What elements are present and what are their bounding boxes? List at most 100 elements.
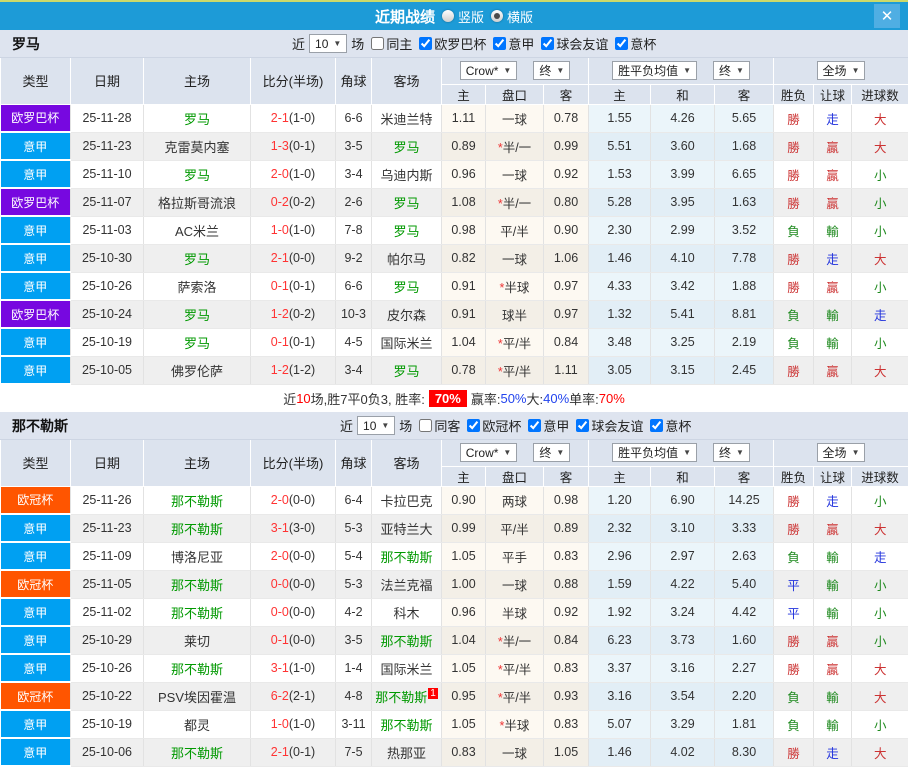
fulltime-score: 0-0 xyxy=(271,577,289,591)
handicap-home-odds: 0.99 xyxy=(442,514,486,542)
league-checkbox[interactable] xyxy=(467,419,480,432)
away-team: 那不勒斯 xyxy=(372,626,442,654)
avg-odds-select[interactable]: 胜平负均值▼ xyxy=(612,443,697,462)
radio-vertical-layout[interactable]: 竖版 xyxy=(442,7,484,26)
chevron-down-icon: ▼ xyxy=(736,448,744,457)
halftime-score: (1-0) xyxy=(289,167,315,181)
final-odds-value-2: 终 xyxy=(719,62,731,79)
score: 0-0(0-0) xyxy=(251,598,336,626)
handicap-line: 一球 xyxy=(486,160,544,188)
near-label: 近 xyxy=(292,34,305,53)
goals-outcome: 小 xyxy=(852,570,908,598)
score: 1-3(0-1) xyxy=(251,132,336,160)
match-date: 25-10-19 xyxy=(71,328,144,356)
fulltime-select[interactable]: 全场▼ xyxy=(817,61,866,80)
summary-part: 场,胜7平0负3, 胜率: xyxy=(311,389,425,408)
odds-provider-select[interactable]: Crow*▼ xyxy=(460,61,518,80)
avg-away-odds: 5.65 xyxy=(715,104,774,132)
same-venue-checkbox[interactable] xyxy=(419,419,432,432)
home-team: 格拉斯哥流浪 xyxy=(144,188,251,216)
col-header-away: 客场 xyxy=(372,440,442,486)
match-date: 25-10-19 xyxy=(71,710,144,738)
match-date: 25-10-24 xyxy=(71,300,144,328)
match-count-select[interactable]: 10▼ xyxy=(357,416,395,435)
halftime-score: (1-0) xyxy=(289,223,315,237)
goals-outcome: 走 xyxy=(852,542,908,570)
score: 0-1(0-1) xyxy=(251,328,336,356)
avg-away-odds: 7.78 xyxy=(715,244,774,272)
league-filter[interactable]: 球会友谊 xyxy=(576,416,643,435)
avg-odds-header-cell: 胜平负均值▼ 终▼ xyxy=(589,58,774,84)
summary-part: 10 xyxy=(296,391,310,406)
league-filter[interactable]: 欧冠杯 xyxy=(467,416,521,435)
handicap-header-cell: Crow*▼ 终▼ xyxy=(442,440,589,466)
fulltime-score: 2-0 xyxy=(271,549,289,563)
match-count-select[interactable]: 10▼ xyxy=(309,34,347,53)
col-header-date: 日期 xyxy=(71,440,144,486)
league-checkbox[interactable] xyxy=(541,37,554,50)
league-filter[interactable]: 意甲 xyxy=(528,416,569,435)
league-checkbox[interactable] xyxy=(419,37,432,50)
team-section-napoli: 那不勒斯 近 10▼ 场 同客 欧冠杯意甲球会友谊意杯 类型 日期 主场 比分 xyxy=(0,412,908,767)
home-team: 博洛尼亚 xyxy=(144,542,251,570)
final-odds-select-2[interactable]: 终▼ xyxy=(713,443,750,462)
league-filter[interactable]: 欧罗巴杯 xyxy=(419,34,486,53)
handicap-line: *半球 xyxy=(486,272,544,300)
handicap-away-odds: 0.97 xyxy=(544,272,589,300)
league-checkbox[interactable] xyxy=(650,419,663,432)
avg-home-odds: 1.53 xyxy=(589,160,651,188)
goals-outcome: 小 xyxy=(852,188,908,216)
fulltime-score: 2-1 xyxy=(271,111,289,125)
league-filters: 欧罗巴杯意甲球会友谊意杯 xyxy=(412,34,656,53)
odds-provider-select[interactable]: Crow*▼ xyxy=(460,443,518,462)
league-checkbox[interactable] xyxy=(493,37,506,50)
match-date: 25-10-05 xyxy=(71,356,144,384)
corners: 9-2 xyxy=(336,244,372,272)
final-odds-select[interactable]: 终▼ xyxy=(533,443,570,462)
games-label: 场 xyxy=(351,34,364,53)
summary-row: 近10场,胜7平0负3, 胜率:70%赢率:50% 大:40% 单率:70% xyxy=(0,385,908,412)
league-filter[interactable]: 意甲 xyxy=(493,34,534,53)
final-odds-select[interactable]: 终▼ xyxy=(533,61,570,80)
league-checkbox[interactable] xyxy=(615,37,628,50)
radio-icon[interactable] xyxy=(491,10,503,22)
sub-header-result: 胜负 xyxy=(774,84,814,104)
handicap-line: 一球 xyxy=(486,570,544,598)
away-team-name: 法兰克福 xyxy=(380,578,432,593)
same-venue-filter[interactable]: 同主 xyxy=(371,34,412,53)
halftime-score: (0-0) xyxy=(289,605,315,619)
matches-tbody: 欧罗巴杯 25-11-28 罗马 2-1(1-0) 6-6 米迪兰特 1.11 … xyxy=(1,104,908,384)
home-team: 罗马 xyxy=(144,328,251,356)
fulltime-select[interactable]: 全场▼ xyxy=(817,443,866,462)
radio-vertical-label: 竖版 xyxy=(458,7,484,26)
handicap-outcome: 贏 xyxy=(814,160,852,188)
goals-outcome: 大 xyxy=(852,738,908,766)
fulltime-score: 3-1 xyxy=(271,661,289,675)
same-venue-filter[interactable]: 同客 xyxy=(419,416,460,435)
final-odds-select-2[interactable]: 终▼ xyxy=(713,61,750,80)
close-button[interactable]: ✕ xyxy=(874,4,900,28)
avg-odds-select[interactable]: 胜平负均值▼ xyxy=(612,61,697,80)
sub-header-home-odds: 主 xyxy=(442,466,486,486)
near-label: 近 xyxy=(340,416,353,435)
same-venue-checkbox[interactable] xyxy=(371,37,384,50)
match-date: 25-11-07 xyxy=(71,188,144,216)
away-team: 皮尔森 xyxy=(372,300,442,328)
corners: 10-3 xyxy=(336,300,372,328)
radio-horizontal-layout[interactable]: 横版 xyxy=(491,7,533,26)
corners: 7-5 xyxy=(336,738,372,766)
halftime-score: (1-2) xyxy=(289,363,315,377)
league-checkbox[interactable] xyxy=(528,419,541,432)
competition-badge: 意甲 xyxy=(1,216,71,244)
league-filter[interactable]: 意杯 xyxy=(615,34,656,53)
league-filter[interactable]: 意杯 xyxy=(650,416,691,435)
league-checkbox[interactable] xyxy=(576,419,589,432)
goals-outcome: 小 xyxy=(852,710,908,738)
league-filter[interactable]: 球会友谊 xyxy=(541,34,608,53)
radio-icon[interactable] xyxy=(442,10,454,22)
match-row: 意甲 25-10-19 罗马 0-1(0-1) 4-5 国际米兰 1.04 *平… xyxy=(1,328,908,356)
sub-header-lose: 客 xyxy=(715,84,774,104)
result-outcome: 負 xyxy=(774,216,814,244)
avg-draw-odds: 4.02 xyxy=(651,738,715,766)
halftime-score: (3-0) xyxy=(289,521,315,535)
